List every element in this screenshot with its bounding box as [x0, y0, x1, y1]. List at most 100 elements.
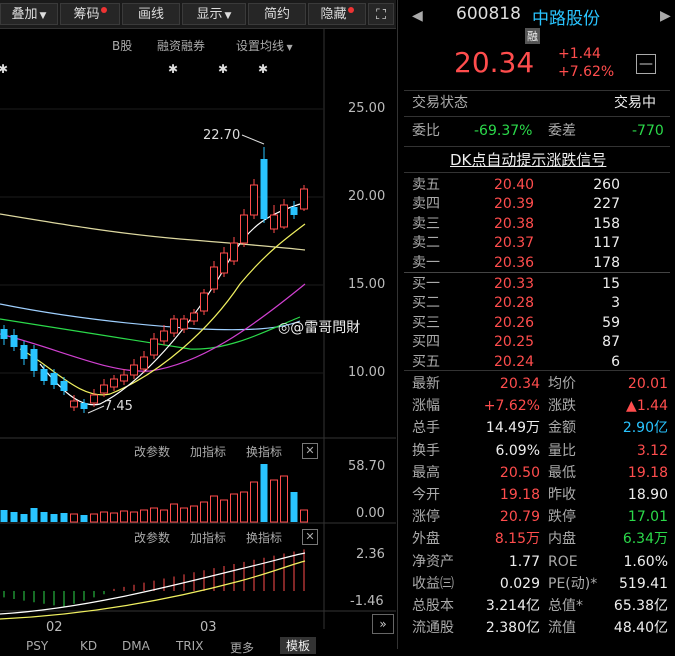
- asks-price[interactable]: 20.37: [494, 233, 534, 253]
- draw-line-button[interactable]: 画线: [122, 3, 180, 25]
- volume-bar: [110, 512, 118, 523]
- asks-label: 卖三: [412, 215, 440, 232]
- macd-add-indicator-button[interactable]: 加指标: [190, 529, 226, 546]
- event-markers: ✱ ✱ ✱ ✱: [0, 62, 268, 76]
- chevron-down-icon: ▼: [224, 11, 232, 21]
- bids-price[interactable]: 20.24: [494, 352, 534, 372]
- candle-body: [120, 374, 128, 382]
- stat-label: 均价: [548, 376, 576, 392]
- tab-more[interactable]: 更多: [230, 639, 254, 656]
- asks-price[interactable]: 20.38: [494, 214, 534, 234]
- stat-label: 昨收: [548, 487, 576, 503]
- bids-volume: 87: [602, 334, 620, 351]
- stat-value: 2.380亿: [485, 620, 540, 637]
- stat-label: 最低: [548, 464, 576, 481]
- asks-volume: 260: [593, 177, 620, 193]
- collapse-icon[interactable]: —: [636, 54, 656, 74]
- candle-body: [250, 184, 258, 216]
- vol-switch-indicator-button[interactable]: 换指标: [246, 443, 282, 460]
- chart-toolbar: 叠加 ▼ 筹码 画线 显示 ▼ 简约 隐藏 ⛶: [0, 0, 396, 29]
- prev-stock-icon[interactable]: ◀: [412, 8, 423, 24]
- asks-label: 卖四: [412, 196, 440, 213]
- asks-label: 卖五: [412, 177, 440, 193]
- volume-tick: 58.70: [348, 459, 386, 474]
- stat-label: 最高: [412, 464, 440, 481]
- overlay-button[interactable]: 叠加 ▼: [0, 3, 58, 25]
- close-icon[interactable]: ✕: [302, 443, 318, 459]
- volume-bar: [10, 512, 18, 522]
- candle-body: [50, 373, 58, 385]
- tab-psy[interactable]: PSY: [26, 639, 48, 653]
- stat-value: 3.12: [636, 442, 668, 459]
- bids-price[interactable]: 20.28: [494, 293, 534, 313]
- bids-price[interactable]: 20.26: [494, 313, 534, 333]
- low-annotation: 7.45: [104, 399, 133, 414]
- volume-bar: [20, 514, 28, 522]
- chips-button[interactable]: 筹码: [60, 3, 120, 25]
- macd-switch-indicator-button[interactable]: 换指标: [246, 529, 282, 546]
- volume-bar: [280, 475, 288, 523]
- stat-label: 涨幅: [412, 398, 440, 415]
- expand-icon[interactable]: ⛶: [368, 3, 394, 25]
- volume-bar: [50, 514, 58, 522]
- stat-value: 3.214亿: [485, 598, 540, 614]
- tab-kd[interactable]: KD: [80, 639, 97, 653]
- stat-label: 收益㈢: [412, 575, 454, 592]
- asks-volume: 227: [593, 196, 620, 213]
- stat-value: 19.18: [499, 487, 540, 503]
- close-icon[interactable]: ✕: [302, 529, 318, 545]
- vol-edit-params-button[interactable]: 改参数: [134, 443, 170, 460]
- notification-dot-icon: [347, 7, 354, 13]
- stat-value: 6.34万: [622, 531, 668, 548]
- simple-button[interactable]: 简约: [248, 3, 306, 25]
- stat-value: 19.18: [627, 464, 668, 481]
- volume-bar: [140, 509, 148, 523]
- stat-value: 17.01: [627, 509, 668, 526]
- tab-template[interactable]: 模板: [280, 637, 317, 654]
- asks-price[interactable]: 20.36: [494, 253, 534, 273]
- candle-body: [110, 378, 118, 388]
- display-label: 显示: [196, 7, 223, 22]
- candle-body: [130, 364, 138, 376]
- chips-label: 筹码: [73, 7, 100, 22]
- date-tick: 03: [200, 620, 217, 635]
- display-button[interactable]: 显示 ▼: [182, 3, 246, 25]
- stat-label: ROE: [548, 553, 578, 570]
- price-change: +1.44: [558, 46, 601, 62]
- stat-label: PE(动)*: [548, 575, 598, 592]
- stat-label: 流通股: [412, 620, 454, 637]
- bids-volume: 3: [611, 295, 620, 312]
- bids-label: 买二: [412, 295, 440, 312]
- dk-signal-link[interactable]: DK点自动提示涨跌信号: [450, 150, 606, 170]
- volume-bar: [210, 495, 218, 523]
- chevron-down-icon: ▼: [39, 11, 47, 21]
- price-tick: 20.00: [348, 189, 386, 204]
- stat-value: 20.79: [499, 509, 540, 526]
- vol-add-indicator-button[interactable]: 加指标: [190, 443, 226, 460]
- asks-price[interactable]: 20.39: [494, 194, 534, 214]
- volume-bar: [300, 509, 308, 523]
- volume-bar: [290, 492, 298, 522]
- bids-price[interactable]: 20.25: [494, 332, 534, 352]
- candle-body: [10, 335, 18, 347]
- svg-text:✱: ✱: [168, 62, 178, 76]
- hide-button[interactable]: 隐藏: [308, 3, 366, 25]
- next-stock-icon[interactable]: ▶: [660, 8, 671, 24]
- stat-label: 净资产: [412, 553, 454, 570]
- hide-label: 隐藏: [320, 7, 347, 22]
- ma-line-white: [39, 203, 301, 406]
- macd-tick: -1.46: [350, 594, 384, 609]
- asks-label: 卖一: [412, 254, 440, 271]
- tab-dma[interactable]: DMA: [122, 639, 150, 653]
- tab-trix[interactable]: TRIX: [176, 639, 203, 653]
- price-tick: 25.00: [348, 101, 386, 116]
- stat-value: 519.41: [619, 575, 668, 592]
- macd-edit-params-button[interactable]: 改参数: [134, 529, 170, 546]
- stat-value: 65.38亿: [613, 598, 668, 614]
- bids-price[interactable]: 20.33: [494, 274, 534, 294]
- volume-bar: [150, 507, 158, 523]
- double-chevron-right-icon[interactable]: »: [372, 614, 394, 634]
- stat-value: 6.09%: [495, 442, 540, 459]
- volume-bar: [100, 511, 108, 523]
- asks-price[interactable]: 20.40: [494, 175, 534, 195]
